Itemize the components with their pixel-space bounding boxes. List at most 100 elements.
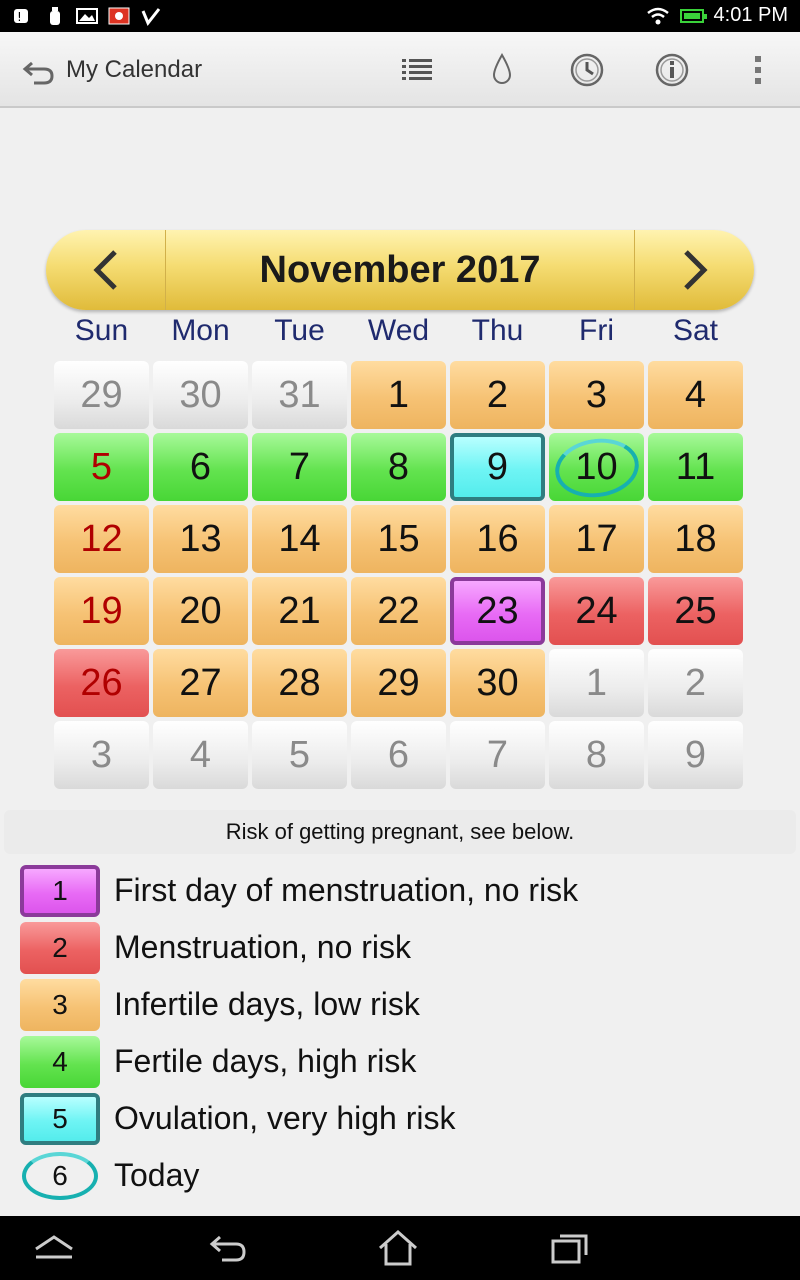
- expand-button[interactable]: [32, 1228, 76, 1268]
- calendar-day-cell[interactable]: 30: [153, 361, 248, 429]
- svg-text:!: !: [17, 10, 22, 24]
- calendar-day-cell[interactable]: 23: [450, 577, 545, 645]
- calendar-day-cell[interactable]: 18: [648, 505, 743, 573]
- calendar-day-cell[interactable]: 8: [549, 721, 644, 789]
- calendar-day-cell[interactable]: 25: [648, 577, 743, 645]
- calendar-week-row: 26 27 28 29 30 1 2: [54, 649, 746, 721]
- calendar-day-cell[interactable]: 4: [648, 361, 743, 429]
- drop-icon: [492, 53, 512, 84]
- day-number: 14: [278, 517, 321, 560]
- day-number: 26: [80, 661, 123, 704]
- weekday-label: Mon: [171, 314, 230, 347]
- legend-number: 4: [52, 1045, 68, 1077]
- day-number: 7: [288, 445, 311, 488]
- calendar-day-cell[interactable]: 14: [252, 505, 347, 573]
- list-view-button[interactable]: [399, 52, 435, 88]
- day-number: 4: [189, 733, 212, 776]
- calendar-day-cell[interactable]: 24: [549, 577, 644, 645]
- day-number: 1: [387, 373, 410, 416]
- history-button[interactable]: [569, 52, 605, 88]
- calendar-day-cell[interactable]: 30: [450, 649, 545, 717]
- overflow-menu-button[interactable]: [740, 52, 776, 88]
- day-number: 24: [575, 589, 618, 632]
- day-number: 21: [278, 589, 321, 632]
- calendar-day-cell[interactable]: 15: [351, 505, 446, 573]
- back-button[interactable]: [22, 54, 56, 88]
- calendar-day-cell[interactable]: 2: [648, 649, 743, 717]
- info-icon: [655, 53, 689, 87]
- calendar-day-cell[interactable]: 20: [153, 577, 248, 645]
- legend-swatch: 2: [20, 921, 100, 974]
- home-icon: [379, 1230, 417, 1266]
- calendar-day-cell[interactable]: 26: [54, 649, 149, 717]
- calendar-day-cell[interactable]: 8: [351, 433, 446, 501]
- calendar-day-cell[interactable]: 3: [54, 721, 149, 789]
- next-month-button[interactable]: [634, 230, 754, 310]
- calendar-day-cell[interactable]: 1: [351, 361, 446, 429]
- legend-label: Infertile days, low risk: [114, 986, 420, 1022]
- calendar-week-row: 12 13 14 15 16 17 18: [54, 505, 746, 577]
- day-number: 3: [90, 733, 113, 776]
- calendar-day-cell[interactable]: 7: [450, 721, 545, 789]
- day-number: 3: [585, 373, 608, 416]
- day-number: 8: [387, 445, 410, 488]
- list-icon: [402, 59, 432, 80]
- calendar-day-cell[interactable]: 2: [450, 361, 545, 429]
- day-number: 13: [179, 517, 222, 560]
- day-number: 9: [684, 733, 707, 776]
- calendar-day-cell[interactable]: 12: [54, 505, 149, 573]
- nav-back-button[interactable]: [206, 1228, 250, 1268]
- calendar-week-row: 3 4 5 6 7 8 9: [54, 721, 746, 793]
- legend-number: 2: [52, 931, 68, 963]
- calendar-day-cell[interactable]: 5: [252, 721, 347, 789]
- day-number: 2: [486, 373, 509, 416]
- action-bar: My Calendar: [0, 32, 800, 108]
- calendar-day-cell[interactable]: 29: [54, 361, 149, 429]
- calendar-day-cell[interactable]: 31: [252, 361, 347, 429]
- home-button[interactable]: [376, 1228, 420, 1268]
- day-number: 28: [278, 661, 321, 704]
- calendar-day-cell[interactable]: 19: [54, 577, 149, 645]
- day-number: 17: [575, 517, 618, 560]
- calendar-day-cell[interactable]: 9: [648, 721, 743, 789]
- calendar-day-cell[interactable]: 27: [153, 649, 248, 717]
- legend-number: 1: [52, 874, 68, 906]
- battery-icon: [679, 8, 707, 23]
- calendar-day-cell[interactable]: 5: [54, 433, 149, 501]
- period-button[interactable]: [484, 52, 520, 88]
- calendar-day-cell[interactable]: 3: [549, 361, 644, 429]
- recent-apps-button[interactable]: [548, 1228, 592, 1268]
- clock-icon: [570, 53, 604, 87]
- calendar-day-cell[interactable]: 7: [252, 433, 347, 501]
- calendar-week-row: 19 20 21 22 23 24 25: [54, 577, 746, 649]
- calendar-day-cell[interactable]: 17: [549, 505, 644, 573]
- day-number: 20: [179, 589, 222, 632]
- prev-month-button[interactable]: [46, 230, 166, 310]
- calendar-day-cell[interactable]: 29: [351, 649, 446, 717]
- calendar-day-cell[interactable]: 22: [351, 577, 446, 645]
- status-time: 4:01 PM: [713, 4, 788, 26]
- weekday-label: Thu: [471, 314, 524, 347]
- calendar-day-cell[interactable]: 1: [549, 649, 644, 717]
- calendar-day-cell[interactable]: 6: [351, 721, 446, 789]
- weekday-header: Sun Mon Tue Wed Thu Fri Sat: [52, 314, 748, 354]
- legend-number: 3: [52, 988, 68, 1020]
- calendar-day-cell[interactable]: 9: [450, 433, 545, 501]
- day-number: 22: [377, 589, 420, 632]
- calendar-day-cell[interactable]: 6: [153, 433, 248, 501]
- calendar-day-cell[interactable]: 13: [153, 505, 248, 573]
- calendar-day-cell[interactable]: 21: [252, 577, 347, 645]
- info-button[interactable]: [654, 52, 690, 88]
- calendar-day-cell[interactable]: 4: [153, 721, 248, 789]
- day-number: 4: [684, 373, 707, 416]
- image-icon: [76, 8, 98, 24]
- day-number: 8: [585, 733, 608, 776]
- legend-swatch: 5: [20, 1092, 100, 1145]
- calendar-day-cell[interactable]: 11: [648, 433, 743, 501]
- camera-icon: [108, 7, 130, 25]
- legend-label: Today: [114, 1157, 200, 1193]
- calendar-day-cell[interactable]: 28: [252, 649, 347, 717]
- calendar-day-cell-today[interactable]: 10: [549, 433, 644, 503]
- calendar-day-cell[interactable]: 16: [450, 505, 545, 573]
- legend-item: 6 Today: [20, 1147, 578, 1204]
